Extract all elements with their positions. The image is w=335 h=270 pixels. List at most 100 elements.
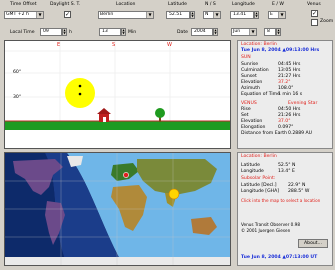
day-spinner[interactable]: ▲ ▼ [276,28,281,36]
daylight-checkbox[interactable]: ✓ [64,11,71,18]
subsolar-latitude-value: 22.9° N [288,183,306,188]
month-select[interactable]: Jun ▼ [231,28,257,36]
venus-row-value: 0.097° [278,125,294,130]
about-button[interactable]: About... [298,239,328,248]
location-name: Berlin [263,42,277,47]
time-offset-value: GMT +2 h [6,12,29,17]
location-select[interactable]: Berlin ▼ [98,11,154,19]
venus-row-label: Elongation [241,125,266,130]
year-input[interactable]: 2004 [191,28,213,36]
venus-row-value: 0.2889 AU [288,131,313,136]
ns-label: N / S [205,2,216,7]
minute-spinner[interactable]: ▲ ▼ [121,28,126,36]
venus-row-label: Rise [241,107,251,112]
hour-input[interactable]: 09 [40,28,62,36]
sun-header: SUN [241,55,251,60]
minute-input[interactable]: 13 [99,28,121,36]
hour-spinner[interactable]: ▲ ▼ [62,28,67,36]
location-marker-icon [123,172,129,178]
local-datetime: Tue Jun 8, 2004 ▲09:13:00 Hrs [241,48,320,53]
ew-label: E / W [272,2,284,7]
longitude-row-label: Longitude [241,169,264,174]
longitude-input[interactable]: 13.41 [230,11,254,19]
ns-value: N [205,12,209,17]
sun-row-value: 04:45 Hrs [278,62,301,67]
venus-row-label: Elevation [241,119,263,124]
sun-row-label: Equation of Time [241,92,280,97]
ns-select[interactable]: N ▼ [203,11,221,19]
sun-row-value: 21:27 Hrs [278,74,301,79]
latitude-row-value: 52.5° N [278,163,296,168]
latitude-spinner[interactable]: ▲ ▼ [190,11,195,19]
venus-row-label: Set [241,113,249,118]
ew-value: E [270,12,273,17]
location-prefix: Location: [241,154,262,159]
subsolar-longitude-label: Longitude [GHA] [241,189,280,194]
venus-header: VENUS [241,101,257,106]
daylight-label: Daylight S. T. [50,2,81,7]
map-hint: Click into the map to select a location [241,198,321,203]
chevron-down-icon: ▼ [278,12,285,18]
hour-unit: h [69,30,72,35]
compass-west-label: W [167,42,172,48]
chevron-down-icon: ▼ [213,12,220,18]
longitude-row-value: 13.4° E [278,169,295,174]
ew-select[interactable]: E ▼ [268,11,286,19]
venus-row-value: 04:50 Hrs [278,107,301,112]
year-spinner[interactable]: ▲ ▼ [213,28,218,36]
location-info-panel: Location: Berlin Latitude 52.5° N Longit… [237,152,333,266]
sun-elevation-value: 37.2° [278,80,291,85]
sky-view[interactable]: E S W 60° 30° [4,40,231,149]
altitude-60-label: 60° [13,70,22,75]
location-line: Location: Berlin [241,154,277,159]
map-canvas [5,153,230,265]
date-label: Date [177,30,188,35]
latitude-label: Latitude [168,2,187,7]
sun-row-value: 13:05 Hrs [278,68,301,73]
local-time-label: Local Time [10,30,35,35]
sun-row-label: Elevation [241,80,263,85]
house-icon [97,108,111,122]
latitude-input[interactable]: 52.51 [166,11,190,19]
venus-state: Evening Star [288,101,318,106]
sun-row-value: 1 min 16 s [278,92,303,97]
venus-row-label: Distance from Earth [241,131,288,136]
altitude-30-label: 30° [13,95,22,100]
world-map[interactable] [4,152,231,266]
time-offset-select[interactable]: GMT +2 h ▼ [4,11,44,19]
venus-label: Venus [307,2,321,7]
subsolar-latitude-label: Latitude [Decl.] [241,183,277,188]
sun-venus-info-panel: Location: Berlin Tue Jun 8, 2004 ▲09:13:… [237,40,333,149]
sun-icon [65,78,95,108]
subsolar-longitude-value: 288.5° W [288,189,310,194]
chevron-down-icon: ▼ [146,12,153,18]
sun-row-label: Sunset [241,74,257,79]
venus-checkbox[interactable]: ✓ [311,10,318,17]
zoom-checkbox[interactable] [311,19,318,26]
month-value: Jun [233,29,241,34]
compass-east-label: E [57,42,61,48]
ut-status: Tue Jun 8, 2004 ▲07:13:00 UT [241,255,318,260]
longitude-label: Longitude [232,2,255,7]
subsolar-header: Subsolar Point: [241,176,276,181]
day-input[interactable]: 8 [264,28,276,36]
zoom-label: Zoom [320,19,334,24]
location-prefix: Location: [241,42,262,47]
subsolar-point-icon [168,188,180,200]
compass-south-label: S [112,42,116,48]
sun-row-label: Culmination [241,68,269,73]
sun-row-label: Azimuth [241,86,260,91]
chevron-down-icon: ▼ [249,29,256,35]
longitude-spinner[interactable]: ▲ ▼ [254,11,259,19]
latitude-row-label: Latitude [241,163,260,168]
chevron-down-icon: ▼ [36,12,43,18]
venus-row-value: 21:26 Hrs [278,113,301,118]
sky-canvas [5,41,230,148]
minute-unit: Min [128,30,137,35]
sun-row-label: Sunrise [241,62,259,67]
tree-icon [155,108,165,122]
app-name: Venus Transit Observer 0.98 [241,222,301,227]
time-offset-label: Time Offset [10,2,37,7]
copyright: © 2001 Juergen Giesen [241,228,291,233]
location-label: Location [116,2,136,7]
